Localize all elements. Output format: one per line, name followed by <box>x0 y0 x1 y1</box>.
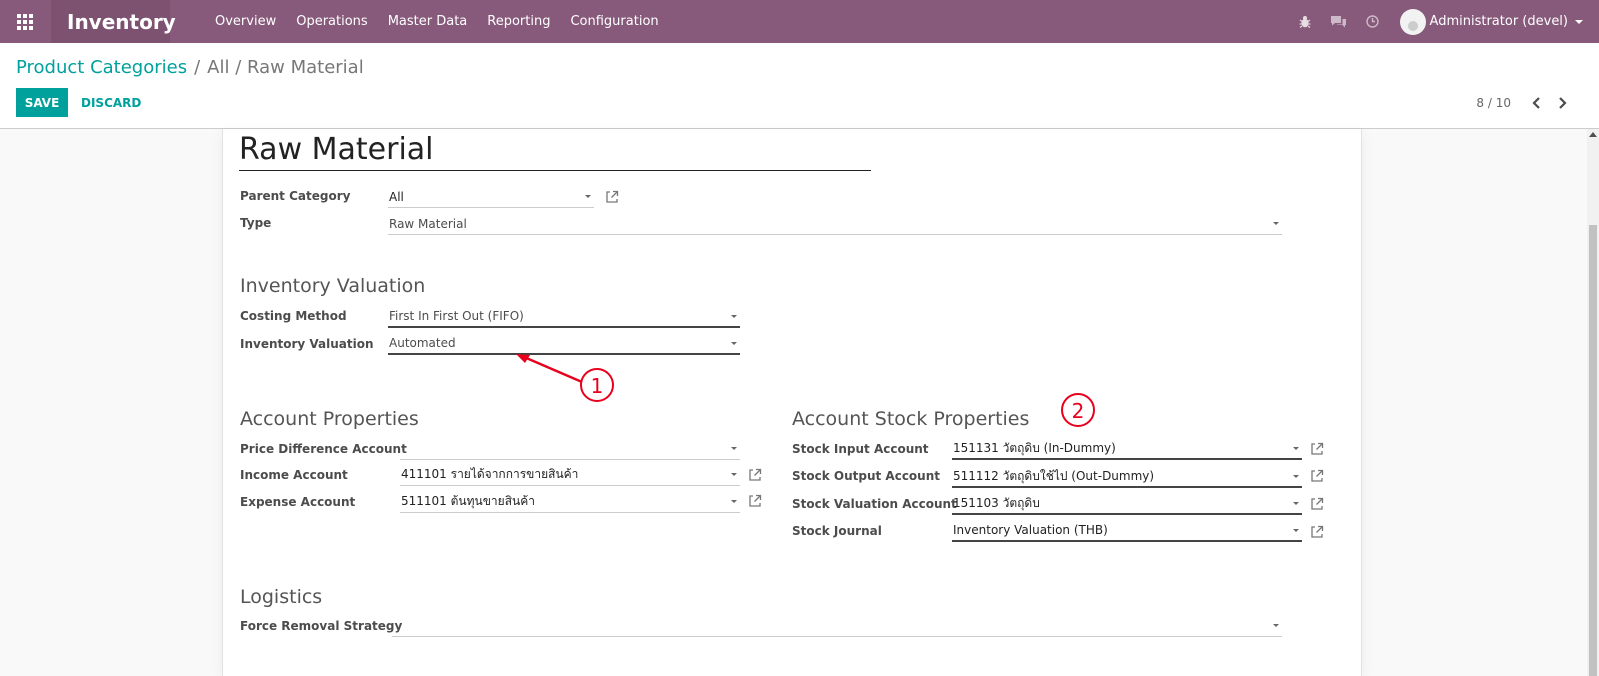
user-name: Administrator (devel) <box>1429 14 1568 29</box>
income-account-value: 411101 รายได้จากการขายสินค้า <box>401 467 579 481</box>
menu-operations[interactable]: Operations <box>286 14 377 29</box>
stock-output-account-label: Stock Output Account <box>792 469 941 483</box>
main-menu: Overview Operations Master Data Reportin… <box>205 0 669 43</box>
menu-overview[interactable]: Overview <box>205 14 286 29</box>
force-removal-strategy-label: Force Removal Strategy <box>240 619 403 633</box>
category-name: Raw Material <box>239 132 434 167</box>
menu-configuration[interactable]: Configuration <box>560 14 668 29</box>
stock-input-account-field[interactable]: 151131 วัตถุดิบ (In-Dummy) <box>952 438 1302 460</box>
pager-value[interactable]: 8 / 10 <box>1476 96 1511 110</box>
stock-input-account-label: Stock Input Account <box>792 442 929 456</box>
external-link-icon[interactable] <box>748 468 762 482</box>
messages-icon[interactable] <box>1322 0 1356 43</box>
income-account-field[interactable]: 411101 รายได้จากการขายสินค้า <box>400 464 740 486</box>
stock-output-account-value: 511112 วัตถุดิบใช้ไป (Out-Dummy) <box>953 468 1155 483</box>
apps-menu-icon[interactable] <box>0 0 50 43</box>
type-label: Type <box>240 216 272 230</box>
systray: Administrator (devel) <box>1288 0 1599 43</box>
caret-down-icon <box>1575 19 1583 24</box>
app-title[interactable]: Inventory <box>51 0 176 43</box>
dropdown-caret-icon <box>1293 529 1299 532</box>
chevron-left-icon[interactable] <box>1523 88 1549 117</box>
category-name-input[interactable]: Raw Material <box>239 129 871 171</box>
form-sheet: Raw Material Parent Category All Type Ra… <box>222 129 1362 676</box>
income-account-label: Income Account <box>240 468 348 482</box>
bug-icon[interactable] <box>1288 0 1322 43</box>
dropdown-caret-icon <box>1293 502 1299 505</box>
dropdown-caret-icon <box>731 315 737 318</box>
discard-button[interactable]: DISCARD <box>72 88 150 117</box>
breadcrumb-product-categories[interactable]: Product Categories <box>16 57 187 78</box>
scroll-up-arrow-icon[interactable] <box>1589 132 1597 137</box>
type-field[interactable]: Raw Material <box>388 213 1282 235</box>
price-difference-account-field[interactable] <box>400 438 740 460</box>
top-navbar: Inventory Overview Operations Master Dat… <box>0 0 1599 43</box>
inventory-valuation-value: Automated <box>389 336 456 350</box>
dropdown-caret-icon <box>731 342 737 345</box>
dropdown-caret-icon <box>1293 447 1299 450</box>
account-properties-heading: Account Properties <box>240 408 419 430</box>
inventory-valuation-select[interactable]: Automated <box>388 333 740 355</box>
costing-method-value: First In First Out (FIFO) <box>389 309 524 323</box>
page-scrollbar[interactable] <box>1587 129 1599 676</box>
stock-journal-value: Inventory Valuation (THB) <box>953 523 1108 537</box>
control-panel: Product Categories / All / Raw Material … <box>0 43 1599 129</box>
stock-valuation-account-value: 151103 วัตถุดิบ <box>953 495 1040 510</box>
parent-category-field[interactable]: All <box>388 186 594 208</box>
expense-account-label: Expense Account <box>240 495 356 509</box>
force-removal-strategy-field[interactable] <box>392 615 1282 637</box>
breadcrumb: Product Categories / All / Raw Material <box>16 57 364 78</box>
account-stock-properties-heading: Account Stock Properties <box>792 408 1030 430</box>
stock-output-account-field[interactable]: 511112 วัตถุดิบใช้ไป (Out-Dummy) <box>952 466 1302 488</box>
expense-account-field[interactable]: 511101 ต้นทุนขายสินค้า <box>400 491 740 513</box>
external-link-icon[interactable] <box>605 190 619 204</box>
external-link-icon[interactable] <box>1310 442 1324 456</box>
breadcrumb-current: All / Raw Material <box>207 57 364 78</box>
dropdown-caret-icon <box>1293 475 1299 478</box>
dropdown-caret-icon <box>1273 624 1279 627</box>
menu-reporting[interactable]: Reporting <box>477 14 560 29</box>
pager: 8 / 10 <box>1476 88 1575 117</box>
save-button[interactable]: SAVE <box>16 88 68 117</box>
inventory-valuation-heading: Inventory Valuation <box>240 275 426 297</box>
user-menu[interactable]: Administrator (devel) <box>1390 8 1599 35</box>
dropdown-caret-icon <box>731 447 737 450</box>
logistics-heading: Logistics <box>240 586 323 608</box>
external-link-icon[interactable] <box>1310 525 1324 539</box>
stock-valuation-account-label: Stock Valuation Account <box>792 497 957 511</box>
stock-journal-label: Stock Journal <box>792 524 882 538</box>
stock-input-account-value: 151131 วัตถุดิบ (In-Dummy) <box>953 440 1116 455</box>
expense-account-value: 511101 ต้นทุนขายสินค้า <box>401 494 535 508</box>
costing-method-label: Costing Method <box>240 309 347 323</box>
external-link-icon[interactable] <box>1310 497 1324 511</box>
price-difference-account-label: Price Difference Account <box>240 442 407 456</box>
dropdown-caret-icon <box>731 500 737 503</box>
menu-master-data[interactable]: Master Data <box>378 14 478 29</box>
scrollbar-thumb[interactable] <box>1589 225 1597 676</box>
stock-valuation-account-field[interactable]: 151103 วัตถุดิบ <box>952 493 1302 515</box>
dropdown-caret-icon <box>585 195 591 198</box>
activity-clock-icon[interactable] <box>1356 0 1390 43</box>
dropdown-caret-icon <box>1273 222 1279 225</box>
inventory-valuation-label: Inventory Valuation <box>240 337 374 351</box>
chevron-right-icon[interactable] <box>1549 88 1575 117</box>
stock-journal-field[interactable]: Inventory Valuation (THB) <box>952 520 1302 542</box>
costing-method-select[interactable]: First In First Out (FIFO) <box>388 306 740 328</box>
parent-category-value: All <box>389 189 404 204</box>
external-link-icon[interactable] <box>1310 469 1324 483</box>
breadcrumb-separator: / <box>194 57 201 78</box>
type-value: Raw Material <box>389 216 467 231</box>
avatar <box>1399 8 1426 35</box>
parent-category-label: Parent Category <box>240 189 351 203</box>
dropdown-caret-icon <box>731 473 737 476</box>
external-link-icon[interactable] <box>748 494 762 508</box>
